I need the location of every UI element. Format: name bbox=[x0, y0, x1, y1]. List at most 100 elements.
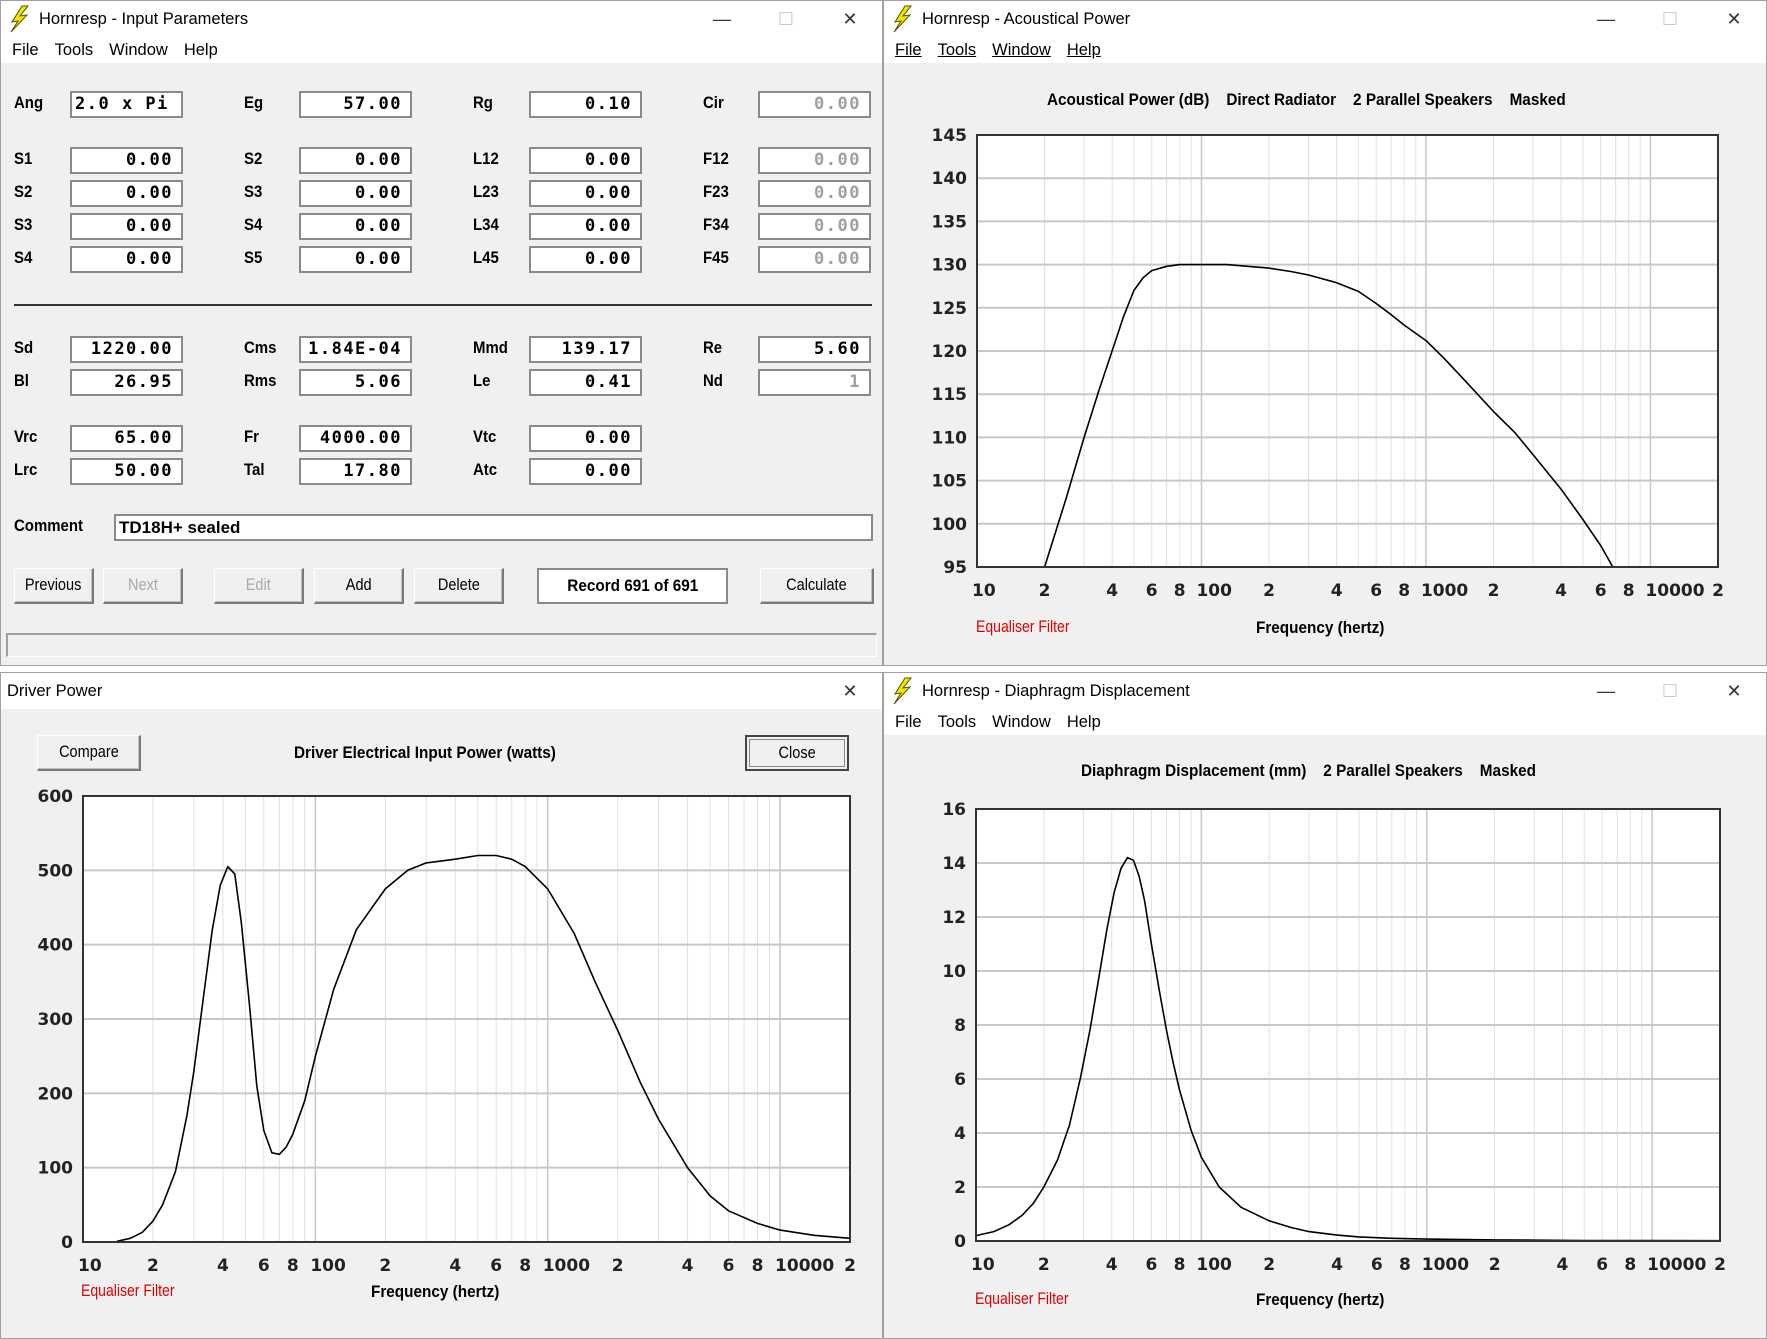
y-tick-label: 0 bbox=[954, 1232, 966, 1252]
x-axis-label: Frequency (hertz) bbox=[1256, 618, 1385, 637]
x-tick-label: 8 bbox=[1174, 581, 1186, 601]
x-tick-label: 1000 bbox=[1422, 1255, 1469, 1275]
param-input-sd[interactable]: 1220.00 bbox=[70, 336, 183, 363]
close-button[interactable]: ✕ bbox=[1702, 1, 1766, 37]
menu-help[interactable]: Help bbox=[1060, 41, 1110, 60]
menu-window[interactable]: Window bbox=[985, 41, 1060, 60]
param-input-atc[interactable]: 0.00 bbox=[529, 458, 642, 485]
param-input-le[interactable]: 0.41 bbox=[529, 369, 642, 396]
param-input-s4[interactable]: 0.00 bbox=[70, 246, 183, 273]
edit-button[interactable]: Edit bbox=[214, 568, 304, 604]
y-tick-label: 200 bbox=[38, 1084, 74, 1104]
title-bar[interactable]: Hornresp - Acoustical Power — ☐ ✕ bbox=[884, 1, 1766, 37]
param-input-l23[interactable]: 0.00 bbox=[529, 180, 642, 207]
param-input-mmd[interactable]: 139.17 bbox=[529, 336, 642, 363]
next-button[interactable]: Next bbox=[103, 568, 183, 604]
menu-file[interactable]: File bbox=[888, 713, 931, 732]
menu-window[interactable]: Window bbox=[985, 713, 1060, 732]
param-input-s2[interactable]: 0.00 bbox=[299, 147, 412, 174]
delete-button[interactable]: Delete bbox=[414, 568, 504, 604]
menu-file[interactable]: File bbox=[5, 41, 48, 60]
minimize-button[interactable]: — bbox=[1574, 1, 1638, 37]
param-input-s1[interactable]: 0.00 bbox=[70, 147, 183, 174]
maximize-button[interactable]: ☐ bbox=[1638, 673, 1702, 709]
x-tick-label: 6 bbox=[490, 1256, 502, 1276]
menu-tools[interactable]: Tools bbox=[48, 41, 103, 60]
close-button[interactable]: ✕ bbox=[818, 673, 882, 709]
param-input-re[interactable]: 5.60 bbox=[758, 336, 871, 363]
param-input-l12[interactable]: 0.00 bbox=[529, 147, 642, 174]
minimize-icon: — bbox=[713, 8, 731, 29]
y-tick-label: 120 bbox=[932, 342, 968, 362]
param-input-lrc[interactable]: 50.00 bbox=[70, 458, 183, 485]
param-input-vtc[interactable]: 0.00 bbox=[529, 425, 642, 452]
x-tick-label: 6 bbox=[1371, 1255, 1383, 1275]
menu-tools[interactable]: Tools bbox=[931, 713, 986, 732]
param-input-cir[interactable]: 0.00 bbox=[758, 91, 871, 118]
param-input-s4[interactable]: 0.00 bbox=[299, 213, 412, 240]
param-input-l45[interactable]: 0.00 bbox=[529, 246, 642, 273]
maximize-button[interactable]: ☐ bbox=[754, 1, 818, 37]
previous-button[interactable]: Previous bbox=[14, 568, 94, 604]
menu-window[interactable]: Window bbox=[102, 41, 177, 60]
param-input-fr[interactable]: 4000.00 bbox=[299, 425, 412, 452]
param-input-vrc[interactable]: 65.00 bbox=[70, 425, 183, 452]
x-tick-label: 6 bbox=[258, 1256, 270, 1276]
menu-file[interactable]: File bbox=[888, 41, 931, 60]
param-input-f23[interactable]: 0.00 bbox=[758, 180, 871, 207]
x-tick-label: 2 bbox=[379, 1256, 391, 1276]
close-icon: ✕ bbox=[842, 680, 858, 701]
param-input-s5[interactable]: 0.00 bbox=[299, 246, 412, 273]
parameters-panel: Comment TD18H+ sealed Previous Next Edit… bbox=[1, 63, 882, 665]
close-icon: ✕ bbox=[1726, 8, 1742, 29]
param-input-f34[interactable]: 0.00 bbox=[758, 213, 871, 240]
equaliser-filter-link[interactable]: Equaliser Filter bbox=[975, 1290, 1069, 1309]
menu-tools[interactable]: Tools bbox=[931, 41, 986, 60]
x-tick-label: 8 bbox=[1624, 1255, 1636, 1275]
minimize-button[interactable]: — bbox=[1574, 673, 1638, 709]
calculate-button[interactable]: Calculate bbox=[760, 568, 874, 604]
title-bar[interactable]: Driver Power ✕ bbox=[1, 673, 882, 709]
param-input-s3[interactable]: 0.00 bbox=[299, 180, 412, 207]
param-input-f12[interactable]: 0.00 bbox=[758, 147, 871, 174]
param-label-cms: Cms bbox=[244, 338, 277, 357]
chart-area: Compare Driver Electrical Input Power (w… bbox=[1, 709, 882, 1338]
x-tick-label: 10000 bbox=[1645, 581, 1704, 601]
x-tick-label: 100 bbox=[1196, 581, 1232, 601]
param-input-s3[interactable]: 0.00 bbox=[70, 213, 183, 240]
x-tick-label: 6 bbox=[1146, 581, 1158, 601]
menu-help[interactable]: Help bbox=[1060, 713, 1110, 732]
minimize-button[interactable]: — bbox=[690, 1, 754, 37]
close-button[interactable]: ✕ bbox=[818, 1, 882, 37]
add-button[interactable]: Add bbox=[314, 568, 404, 604]
equaliser-filter-link[interactable]: Equaliser Filter bbox=[976, 618, 1070, 637]
param-input-rg[interactable]: 0.10 bbox=[529, 91, 642, 118]
hornresp-app-icon bbox=[890, 677, 916, 705]
param-label-tal: Tal bbox=[244, 460, 265, 479]
menu-help[interactable]: Help bbox=[177, 41, 227, 60]
maximize-button[interactable]: ☐ bbox=[1638, 1, 1702, 37]
title-bar[interactable]: Hornresp - Diaphragm Displacement — ☐ ✕ bbox=[884, 673, 1766, 709]
param-input-nd[interactable]: 1 bbox=[758, 369, 871, 396]
x-tick-label: 100 bbox=[310, 1256, 346, 1276]
param-input-l34[interactable]: 0.00 bbox=[529, 213, 642, 240]
equaliser-filter-link[interactable]: Equaliser Filter bbox=[81, 1282, 175, 1301]
comment-input[interactable]: TD18H+ sealed bbox=[114, 514, 873, 541]
close-button[interactable]: ✕ bbox=[1702, 673, 1766, 709]
title-bar[interactable]: Hornresp - Input Parameters — ☐ ✕ bbox=[1, 1, 882, 37]
param-input-cms[interactable]: 1.84E-04 bbox=[299, 336, 412, 363]
param-input-f45[interactable]: 0.00 bbox=[758, 246, 871, 273]
param-input-ang[interactable]: 2.0 x Pi bbox=[70, 91, 183, 118]
param-input-rms[interactable]: 5.06 bbox=[299, 369, 412, 396]
param-input-s2[interactable]: 0.00 bbox=[70, 180, 183, 207]
param-input-bl[interactable]: 26.95 bbox=[70, 369, 183, 396]
param-input-tal[interactable]: 17.80 bbox=[299, 458, 412, 485]
y-tick-label: 12 bbox=[942, 908, 966, 928]
x-tick-label: 8 bbox=[1174, 1255, 1186, 1275]
param-input-eg[interactable]: 57.00 bbox=[299, 91, 412, 118]
comment-label: Comment bbox=[14, 516, 83, 535]
param-label-ang: Ang bbox=[14, 93, 44, 112]
window-title: Hornresp - Diaphragm Displacement bbox=[922, 681, 1190, 700]
chart-area: Diaphragm Displacement (mm) 2 Parallel S… bbox=[884, 735, 1766, 1338]
x-tick-label: 2 bbox=[1712, 581, 1724, 601]
